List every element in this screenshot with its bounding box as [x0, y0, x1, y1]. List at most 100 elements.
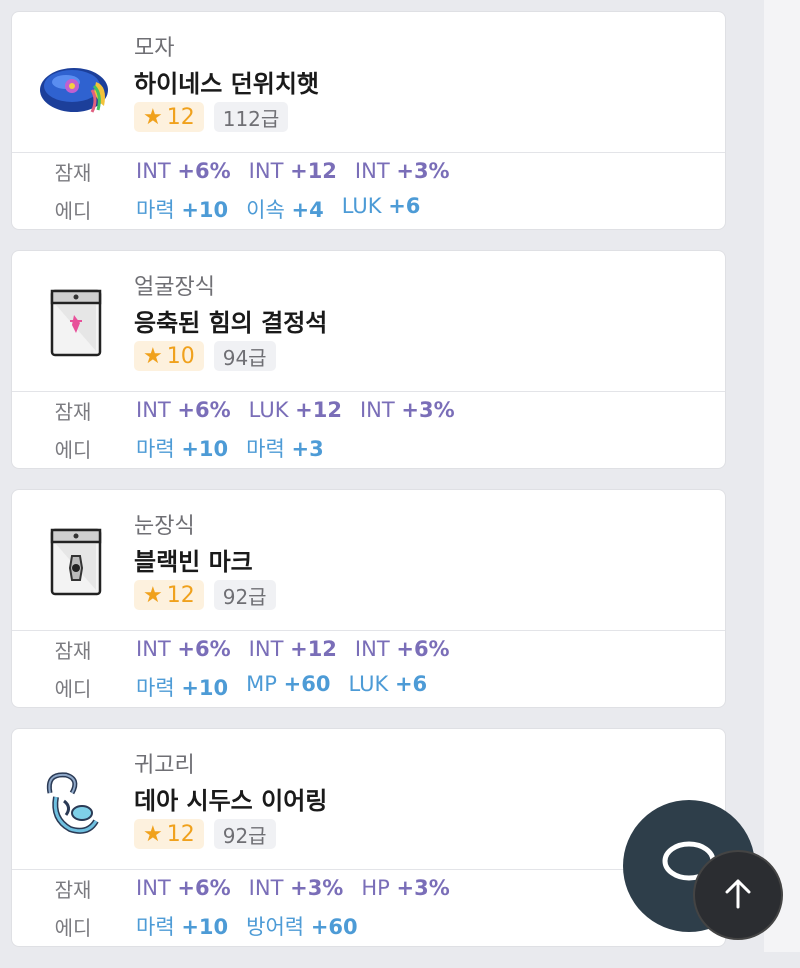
- stat-name: MP: [246, 672, 277, 696]
- level-badge: 92급: [213, 819, 276, 849]
- stat-value: +6: [388, 194, 421, 218]
- item-header: 귀고리 데아 시두스 이어링 ★ 12 92급: [12, 729, 725, 870]
- stat-value: +6%: [177, 637, 231, 661]
- potential-row: 잠재 INT +6% INT +3% HP +3%: [12, 869, 725, 907]
- item-category: 눈장식: [134, 514, 195, 539]
- item-card[interactable]: 귀고리 데아 시두스 이어링 ★ 12 92급 잠재 INT +6% INT +…: [12, 729, 725, 946]
- stat-name: HP: [361, 876, 390, 900]
- potential-stat: INT +12: [247, 159, 339, 183]
- item-name: 블랙빈 마크: [134, 548, 253, 576]
- item-card[interactable]: 모자 하이네스 던위치햇 ★ 12 112급 잠재 INT +6% INT +1…: [12, 12, 725, 229]
- stat-value: +3%: [396, 159, 450, 183]
- stat-value: +6%: [177, 398, 231, 422]
- stat-name: LUK: [341, 194, 382, 218]
- stat-name: 방어력: [246, 915, 305, 939]
- stat-value: +10: [181, 676, 229, 700]
- stat-value: +3%: [290, 876, 344, 900]
- stat-value: +12: [290, 637, 337, 661]
- star-count: 12: [166, 104, 195, 130]
- stat-value: +10: [181, 437, 229, 461]
- stat-value: +60: [283, 672, 331, 696]
- item-name: 데아 시두스 이어링: [134, 787, 328, 815]
- scroll-top-button[interactable]: [693, 850, 783, 940]
- star-badge: ★ 12: [134, 580, 204, 610]
- stat-value: +3%: [401, 398, 455, 422]
- stat-value: +3%: [396, 876, 450, 900]
- hat-icon: [36, 46, 116, 126]
- stat-value: +12: [295, 398, 342, 422]
- item-category: 귀고리: [134, 753, 195, 778]
- potential-label: 잠재: [54, 638, 92, 663]
- star-badge: ★ 12: [134, 102, 204, 132]
- level-badge: 112급: [213, 102, 289, 132]
- stat-value: +10: [181, 198, 229, 222]
- item-category: 모자: [134, 36, 175, 61]
- stat-name: 마력: [136, 198, 175, 222]
- level-badge: 92급: [213, 580, 276, 610]
- additional-row: 에디 마력 +10 이속 +4 LUK +6: [12, 190, 725, 228]
- potential-label: 잠재: [54, 877, 92, 902]
- potential-stat: INT +6%: [134, 398, 233, 422]
- eye-tag-icon: [36, 524, 116, 604]
- stat-name: INT: [248, 159, 284, 183]
- additional-stat: 마력 +10: [134, 433, 230, 463]
- stat-name: 이속: [246, 198, 285, 222]
- additional-stat: LUK +6: [340, 194, 423, 224]
- stat-value: +10: [181, 915, 229, 939]
- additional-stat: 이속 +4: [244, 194, 326, 224]
- item-header: 얼굴장식 응축된 힘의 결정석 ★ 10 94급: [12, 251, 725, 392]
- potential-stat: HP +3%: [359, 876, 451, 900]
- potential-stat: INT +3%: [358, 398, 457, 422]
- potential-label: 잠재: [54, 160, 92, 185]
- additional-stat: 마력 +10: [134, 911, 230, 941]
- potential-row: 잠재 INT +6% INT +12 INT +3%: [12, 152, 725, 190]
- arrow-up-icon: [718, 873, 758, 917]
- additional-stat: 마력 +10: [134, 672, 230, 702]
- potential-row: 잠재 INT +6% INT +12 INT +6%: [12, 630, 725, 668]
- star-icon: ★: [143, 104, 163, 130]
- additional-stat: 방어력 +60: [244, 911, 359, 941]
- potential-stat: INT +6%: [134, 637, 233, 661]
- additional-label: 에디: [54, 915, 92, 940]
- stat-name: 마력: [246, 437, 285, 461]
- additional-stat: 마력 +10: [134, 194, 230, 224]
- potential-row: 잠재 INT +6% LUK +12 INT +3%: [12, 391, 725, 429]
- stat-name: INT: [248, 637, 284, 661]
- potential-label: 잠재: [54, 399, 92, 424]
- additional-row: 에디 마력 +10 방어력 +60: [12, 907, 725, 945]
- item-card[interactable]: 얼굴장식 응축된 힘의 결정석 ★ 10 94급 잠재 INT +6% LUK …: [12, 251, 725, 468]
- star-icon: ★: [143, 821, 163, 847]
- additional-label: 에디: [54, 437, 92, 462]
- stat-value: +4: [291, 198, 324, 222]
- star-badge: ★ 12: [134, 819, 204, 849]
- additional-row: 에디 마력 +10 MP +60 LUK +6: [12, 668, 725, 706]
- additional-stat: MP +60: [244, 672, 332, 702]
- star-icon: ★: [143, 343, 163, 369]
- stat-value: +6%: [396, 637, 450, 661]
- stat-name: INT: [136, 159, 171, 183]
- stat-name: 마력: [136, 915, 175, 939]
- item-card[interactable]: 눈장식 블랙빈 마크 ★ 12 92급 잠재 INT +6% INT +12 I…: [12, 490, 725, 707]
- stat-value: +60: [310, 915, 358, 939]
- additional-row: 에디 마력 +10 마력 +3: [12, 429, 725, 467]
- stat-name: INT: [354, 159, 390, 183]
- item-name: 응축된 힘의 결정석: [134, 309, 328, 337]
- earring-icon: [36, 763, 116, 843]
- item-header: 모자 하이네스 던위치햇 ★ 12 112급: [12, 12, 725, 153]
- stat-value: +3: [291, 437, 324, 461]
- star-count: 12: [166, 821, 195, 847]
- stat-name: 마력: [136, 437, 175, 461]
- crystal-tag-icon: [36, 285, 116, 365]
- star-count: 10: [166, 343, 195, 369]
- item-name: 하이네스 던위치햇: [134, 70, 319, 98]
- stat-name: INT: [136, 637, 171, 661]
- stat-value: +6%: [177, 876, 231, 900]
- item-list: 모자 하이네스 던위치햇 ★ 12 112급 잠재 INT +6% INT +1…: [12, 12, 725, 968]
- stat-name: 마력: [136, 676, 175, 700]
- item-header: 눈장식 블랙빈 마크 ★ 12 92급: [12, 490, 725, 631]
- potential-stat: INT +3%: [247, 876, 346, 900]
- stat-name: LUK: [248, 398, 289, 422]
- item-category: 얼굴장식: [134, 275, 215, 300]
- stat-value: +6: [394, 672, 428, 696]
- scrollbar-track[interactable]: [764, 0, 800, 952]
